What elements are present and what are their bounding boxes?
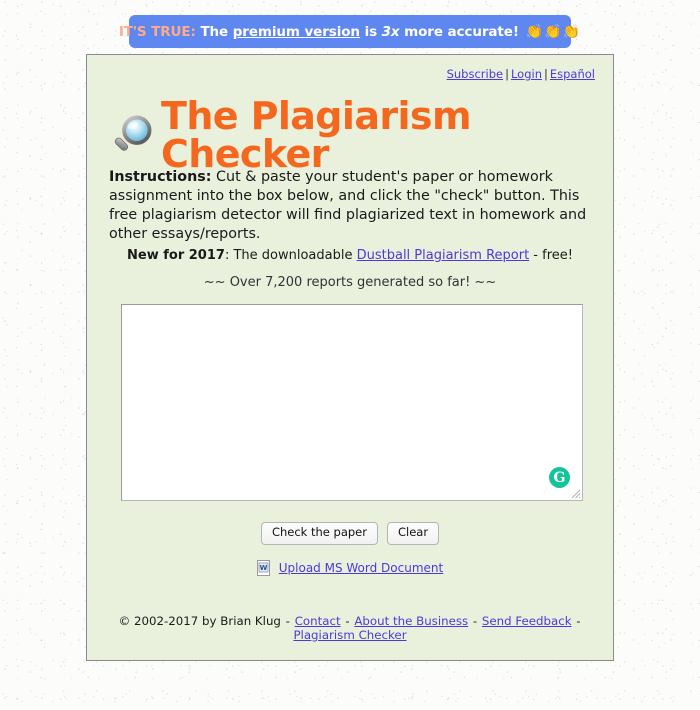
footer-dash-0: - (281, 614, 294, 628)
instructions-paragraph: Instructions: Cut & paste your student's… (109, 168, 599, 243)
svg-text:W: W (259, 564, 267, 572)
reports-counter: ~~ Over 7,200 reports generated so far! … (203, 275, 497, 290)
promo-text-before: The (200, 23, 229, 40)
footer-dash-3: - (572, 614, 581, 628)
footer: © 2002-2017 by Brian Klug - Contact - Ab… (87, 614, 613, 642)
login-link[interactable]: Login (511, 67, 542, 81)
nav-separator-1: | (505, 67, 509, 81)
promo-banner[interactable]: IT'S TRUE: The premium version is 3x mor… (119, 15, 580, 48)
top-navigation-links: Subscribe | Login | Español (447, 67, 595, 81)
premium-version-link[interactable]: premium version (233, 24, 360, 40)
promo-text-middle: is (364, 23, 378, 40)
footer-dash-1: - (341, 614, 354, 628)
new-text-after: - free! (529, 248, 573, 263)
dustball-plagiarism-report-link[interactable]: Dustball Plagiarism Report (357, 248, 530, 263)
paper-input-area: G (121, 304, 583, 501)
paper-textarea[interactable] (121, 304, 583, 501)
grammarly-badge-icon[interactable]: G (549, 467, 570, 488)
footer-link-send-feedback[interactable]: Send Feedback (482, 614, 572, 628)
page-title: The Plagiarism Checker (161, 94, 472, 176)
copyright-text: © 2002-2017 by Brian Klug (118, 614, 281, 628)
new-feature-line: New for 2017: The downloadable Dustball … (87, 248, 613, 263)
nav-separator-2: | (544, 67, 548, 81)
subscribe-link[interactable]: Subscribe (447, 67, 504, 81)
promo-highlight: IT'S TRUE: (118, 23, 196, 40)
new-text-before: : The downloadable (224, 248, 357, 263)
clapping-hands-icon: 👏👏👏 (525, 23, 582, 40)
form-buttons: Check the paper Clear (87, 522, 613, 545)
site-header: The Plagiarism Checker (109, 97, 613, 173)
footer-link-about-the-business[interactable]: About the Business (354, 614, 468, 628)
upload-ms-word-document-link[interactable]: Upload MS Word Document (279, 561, 443, 575)
espanol-link[interactable]: Español (550, 67, 595, 81)
promo-emphasis: 3x (381, 23, 400, 40)
footer-link-plagiarism-checker[interactable]: Plagiarism Checker (293, 628, 406, 642)
clear-button[interactable]: Clear (386, 522, 440, 545)
instructions-label: Instructions: (109, 169, 212, 185)
main-content-panel: Subscribe | Login | Español The Plagiari… (86, 54, 614, 661)
new-for-2017-label: New for 2017 (127, 248, 225, 263)
promo-text-after: more accurate! (404, 23, 519, 40)
footer-link-contact[interactable]: Contact (295, 614, 341, 628)
footer-dash-2: - (469, 614, 481, 628)
word-document-icon[interactable]: W (256, 560, 272, 576)
textarea-resize-grip[interactable] (570, 488, 581, 499)
check-the-paper-button[interactable]: Check the paper (260, 522, 378, 545)
magnifier-icon (114, 115, 152, 151)
upload-row: W Upload MS Word Document (87, 560, 613, 576)
